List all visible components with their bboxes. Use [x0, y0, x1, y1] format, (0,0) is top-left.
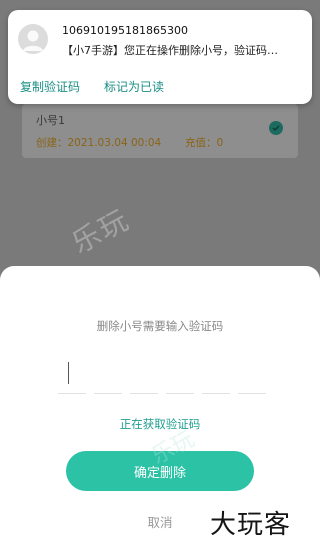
mark-read-button[interactable]: 标记为已读 [104, 78, 164, 95]
code-status-link[interactable]: 正在获取验证码 [0, 416, 320, 432]
sms-notification[interactable]: 106910195181865300 【小7手游】您正在操作删除小号，验证码… … [8, 10, 312, 104]
cancel-button[interactable]: 取消 [130, 512, 190, 531]
brand-logo: 大玩客 [210, 510, 292, 540]
sheet-title: 删除小号需要输入验证码 [96, 319, 224, 333]
delete-account-sheet: 删除小号需要输入验证码 正在获取验证码 确定删除 取消 大玩客 [0, 266, 320, 547]
account-recharge: 充值：0 [185, 137, 224, 149]
account-card: 小号1 创建：2021.03.04 00:04 充值：0 [22, 104, 298, 158]
check-icon [269, 121, 283, 135]
code-digit-input[interactable] [202, 354, 230, 394]
code-digit-input[interactable] [166, 354, 194, 394]
screen: 小号1 创建：2021.03.04 00:04 充值：0 10691019518… [0, 0, 320, 547]
code-digit-input[interactable] [58, 354, 86, 394]
account-name: 小号1 [36, 114, 65, 127]
watermark: 乐玩 [66, 202, 135, 260]
avatar-icon [18, 24, 48, 54]
account-created-date: 创建：2021.03.04 00:04 [36, 137, 162, 149]
notification-sender: 106910195181865300 [62, 24, 188, 37]
copy-code-button[interactable]: 复制验证码 [20, 78, 80, 95]
code-digit-input[interactable] [94, 354, 122, 394]
code-digit-input[interactable] [130, 354, 158, 394]
notification-message: 【小7手游】您正在操作删除小号，验证码… [62, 44, 278, 57]
code-digit-input[interactable] [238, 354, 266, 394]
text-cursor [68, 362, 69, 384]
